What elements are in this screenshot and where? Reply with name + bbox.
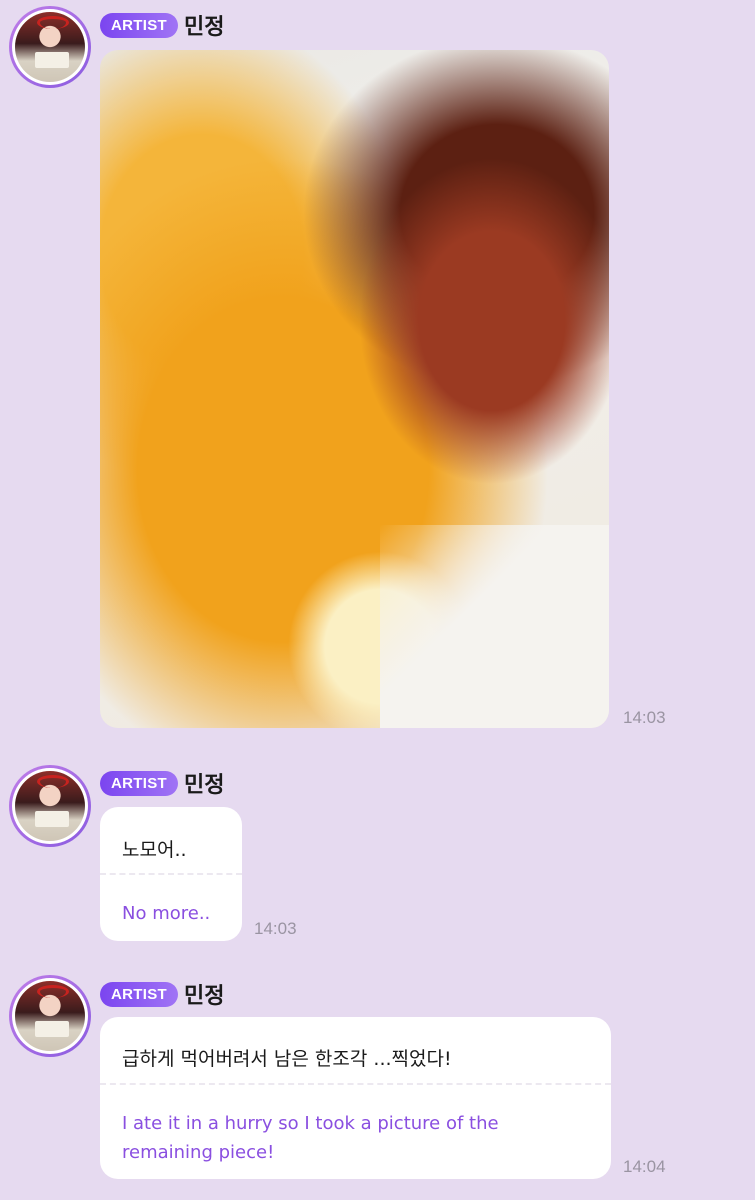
sender-name: 민정 [183, 15, 225, 40]
sender-name: 민정 [183, 773, 225, 798]
artist-badge: ARTIST [100, 770, 178, 796]
message-timestamp: 14:04 [623, 1157, 666, 1176]
message-header: ARTIST 민정 [100, 767, 224, 799]
message-text: 노모어.. [122, 839, 187, 861]
message-translation: No more.. [122, 903, 211, 924]
message-bubble[interactable]: 노모어.. No more.. [100, 807, 242, 941]
message-timestamp: 14:03 [623, 708, 666, 727]
message-header: ARTIST 민정 [100, 9, 224, 41]
message-translation: I ate it in a hurry so I took a picture … [122, 1113, 499, 1163]
message-text: 급하게 먹어버려서 남은 한조각 ...찍었다! [122, 1048, 452, 1070]
sender-avatar[interactable] [9, 6, 91, 88]
sender-avatar[interactable] [9, 765, 91, 847]
message-bubble[interactable]: 급하게 먹어버려서 남은 한조각 ...찍었다! I ate it in a h… [100, 1017, 611, 1179]
sender-avatar[interactable] [9, 975, 91, 1057]
sender-name: 민정 [183, 984, 225, 1009]
message-photo[interactable] [100, 50, 609, 728]
artist-badge: ARTIST [100, 981, 178, 1007]
message-timestamp: 14:03 [254, 919, 297, 938]
message-header: ARTIST 민정 [100, 978, 224, 1010]
artist-badge: ARTIST [100, 12, 178, 38]
